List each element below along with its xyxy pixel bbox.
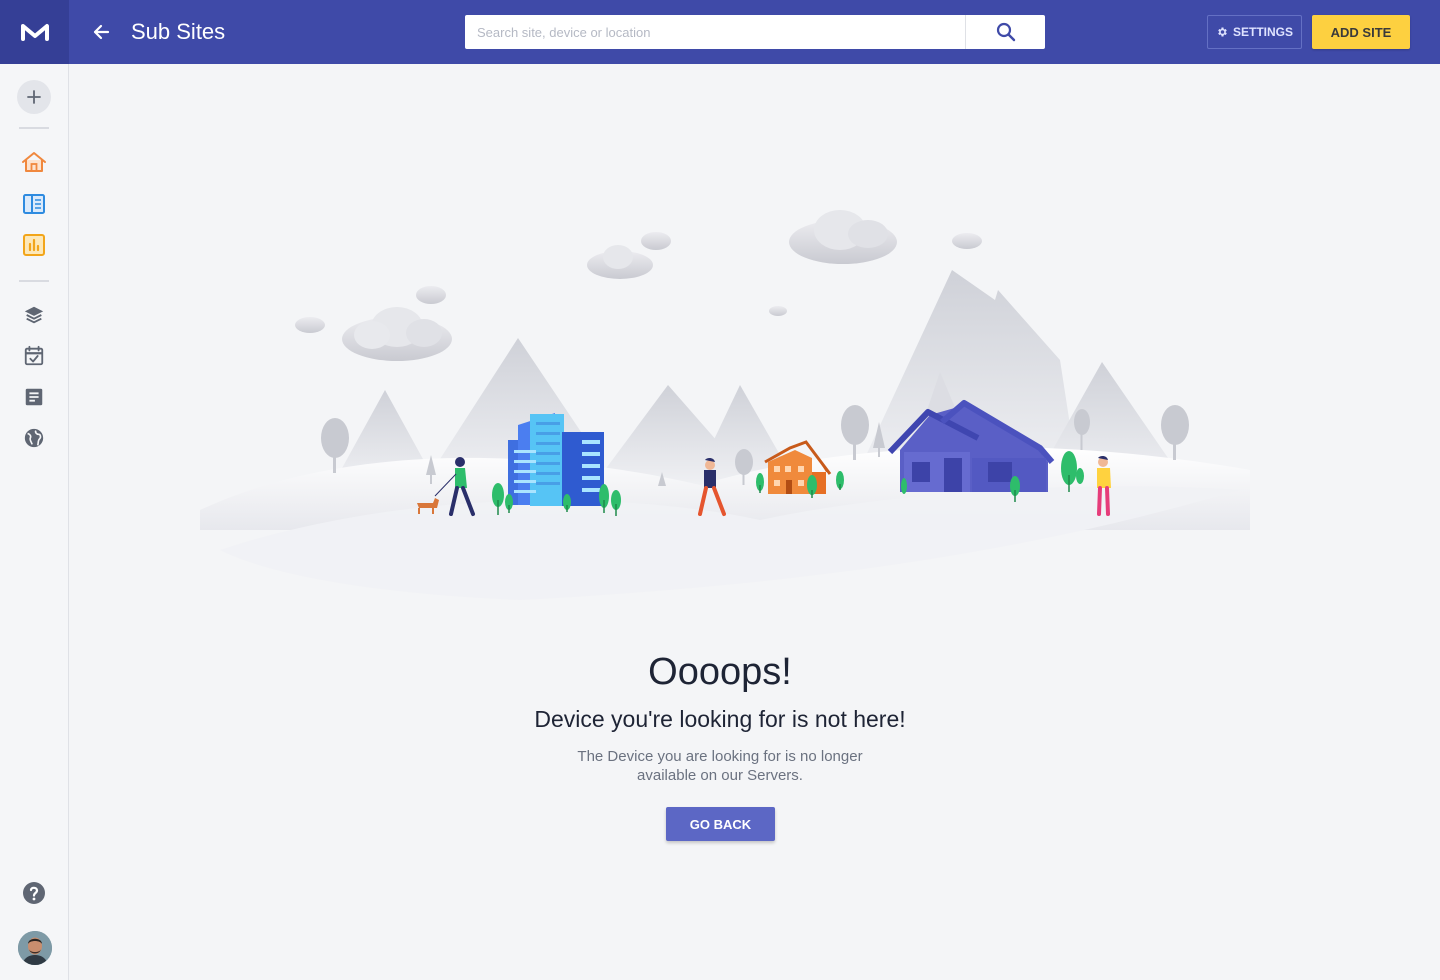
- arrow-left-icon: [93, 24, 110, 40]
- columns-icon: [23, 194, 45, 214]
- globe-icon: [24, 428, 44, 448]
- sidebar-divider: [19, 127, 49, 129]
- sidebar-item-globe[interactable]: [20, 424, 48, 452]
- sidebar: [0, 64, 69, 980]
- avatar[interactable]: [18, 931, 52, 965]
- page-title: Sub Sites: [131, 19, 226, 44]
- go-back-button[interactable]: GO BACK: [666, 807, 775, 841]
- search-button[interactable]: [965, 15, 1045, 49]
- add-site-button[interactable]: ADD SITE: [1312, 15, 1410, 49]
- layers-icon: [24, 306, 44, 324]
- sidebar-divider: [19, 280, 49, 282]
- bar-chart-icon: [23, 234, 45, 256]
- back-button[interactable]: [86, 17, 116, 47]
- landscape-illustration: [200, 210, 1250, 600]
- search-bar: [465, 15, 1045, 49]
- user-avatar-icon: [18, 931, 52, 965]
- logo-icon: [20, 24, 49, 41]
- top-bar: Sub Sites SETTINGS ADD SITE: [0, 0, 1440, 64]
- search-icon: [996, 22, 1015, 42]
- sidebar-item-help[interactable]: [20, 879, 48, 907]
- sidebar-item-reports[interactable]: [20, 231, 48, 259]
- error-description: The Device you are looking for is no lon…: [577, 748, 863, 784]
- gear-icon: [1218, 27, 1227, 37]
- sidebar-item-calendar[interactable]: [20, 342, 48, 370]
- app-logo[interactable]: [0, 0, 69, 64]
- search-input[interactable]: [465, 15, 965, 49]
- office-buildings: [508, 413, 604, 506]
- settings-label: SETTINGS: [1232, 25, 1293, 39]
- clouds: [295, 210, 982, 361]
- sidebar-item-layers[interactable]: [20, 301, 48, 329]
- settings-button[interactable]: SETTINGS: [1207, 15, 1302, 49]
- plus-icon: [27, 90, 41, 104]
- calendar-check-icon: [24, 345, 44, 366]
- sidebar-item-devices[interactable]: [20, 190, 48, 218]
- home-icon: [22, 152, 46, 172]
- error-subheading: Device you're looking for is not here!: [534, 706, 906, 732]
- sidebar-add-button[interactable]: [17, 80, 51, 114]
- sidebar-item-documents[interactable]: [20, 383, 48, 411]
- document-icon: [25, 388, 43, 406]
- sidebar-item-home[interactable]: [20, 148, 48, 176]
- help-icon: [23, 882, 45, 904]
- error-heading: Oooops!: [648, 651, 792, 693]
